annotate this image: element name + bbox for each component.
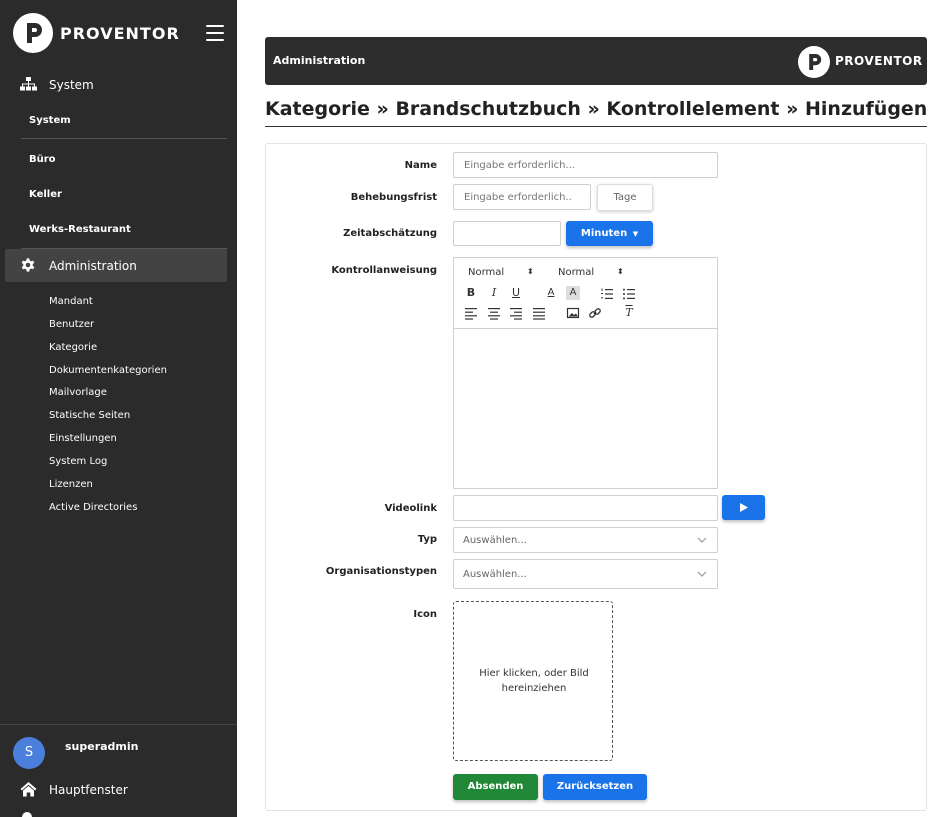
sidebar-nav-system[interactable]: System xyxy=(20,76,220,94)
sidebar-site-keller[interactable]: Keller xyxy=(29,189,62,200)
sidebar-site-buero[interactable]: Büro xyxy=(29,154,56,165)
play-icon xyxy=(740,503,748,512)
zeitabschaetzung-input[interactable] xyxy=(453,221,561,246)
minuten-dropdown-button[interactable]: Minuten ▼ xyxy=(566,221,653,246)
select-arrows-icon: ⬍ xyxy=(617,267,624,276)
behebungsfrist-input[interactable] xyxy=(453,184,591,210)
title-underline xyxy=(265,126,927,127)
page-title: Kategorie » Brandschutzbuch » Kontrollel… xyxy=(265,98,928,120)
sidebar-item-einstellungen[interactable]: Einstellungen xyxy=(49,433,117,444)
sidebar-item-benutzer[interactable]: Benutzer xyxy=(49,319,94,330)
editor-content-area[interactable] xyxy=(454,330,717,488)
header-brand-name: PROVENTOR xyxy=(835,54,923,68)
organisationstypen-select-placeholder: Auswählen... xyxy=(463,569,527,580)
dropzone-text: Hier klicken, oder Bild hereinziehen xyxy=(479,668,589,694)
typ-select-placeholder: Auswählen... xyxy=(463,535,527,546)
avatar[interactable]: S xyxy=(13,737,45,769)
icon-label: Icon xyxy=(413,609,437,620)
sidebar-item-system-log[interactable]: System Log xyxy=(49,456,107,467)
zeitabschaetzung-label: Zeitabschätzung xyxy=(343,228,437,239)
name-input[interactable] xyxy=(453,152,718,178)
image-icon[interactable] xyxy=(566,306,580,320)
tage-button[interactable]: Tage xyxy=(597,184,653,211)
header-bar: Administration PROVENTOR xyxy=(265,37,927,85)
sidebar-item-active-directories[interactable]: Active Directories xyxy=(49,502,137,513)
videolink-label: Videolink xyxy=(384,503,437,514)
sidebar-item-dokumentenkategorien[interactable]: Dokumentenkategorien xyxy=(49,365,167,376)
typ-label: Typ xyxy=(417,534,437,545)
typ-select[interactable]: Auswählen... xyxy=(453,527,718,553)
format-select-1[interactable]: Normal xyxy=(468,267,504,278)
brand-name: PROVENTOR xyxy=(60,24,180,43)
divider xyxy=(0,724,237,725)
chevron-down-icon xyxy=(697,537,707,543)
bullet-list-icon[interactable] xyxy=(622,287,636,301)
username[interactable]: superadmin xyxy=(65,740,139,753)
gear-icon xyxy=(21,258,35,272)
icon-dropzone[interactable]: Hier klicken, oder Bild hereinziehen xyxy=(453,601,613,761)
ordered-list-icon[interactable] xyxy=(600,287,614,301)
user-icon[interactable] xyxy=(22,812,32,817)
submit-button[interactable]: Absenden xyxy=(453,774,538,800)
sidebar-item-statische-seiten[interactable]: Statische Seiten xyxy=(49,410,130,421)
proventor-logo-icon xyxy=(13,13,53,53)
align-center-icon[interactable] xyxy=(487,306,501,320)
text-color-icon[interactable]: A xyxy=(544,286,558,300)
reset-button[interactable]: Zurücksetzen xyxy=(543,774,647,800)
sidebar-nav-system-label: System xyxy=(49,78,94,92)
sidebar: PROVENTOR System System Büro Keller Werk… xyxy=(0,0,237,817)
behebungsfrist-label: Behebungsfrist xyxy=(350,192,437,203)
hamburger-menu-icon[interactable] xyxy=(206,25,224,41)
divider xyxy=(21,138,227,139)
sidebar-nav-administration[interactable]: Administration xyxy=(5,249,227,282)
bold-icon[interactable]: B xyxy=(464,286,478,300)
underline-icon[interactable]: U xyxy=(509,286,523,300)
header-title: Administration xyxy=(273,54,366,67)
organisationstypen-select[interactable]: Auswählen... xyxy=(453,559,718,589)
kontrollanweisung-label: Kontrollanweisung xyxy=(331,265,437,276)
name-label: Name xyxy=(404,160,437,171)
sidebar-nav-administration-label: Administration xyxy=(49,259,137,273)
videolink-input[interactable] xyxy=(453,495,718,521)
brand-logo[interactable]: PROVENTOR xyxy=(13,13,225,53)
organisationstypen-label: Organisationstypen xyxy=(325,566,437,577)
caret-down-icon: ▼ xyxy=(632,230,639,238)
align-right-icon[interactable] xyxy=(509,306,523,320)
link-icon[interactable] xyxy=(588,306,602,320)
rich-text-editor: Normal ⬍ Normal ⬍ B I U A A T xyxy=(453,257,718,489)
minuten-label: Minuten xyxy=(580,228,628,239)
sidebar-item-mailvorlage[interactable]: Mailvorlage xyxy=(49,387,107,398)
sidebar-item-kategorie[interactable]: Kategorie xyxy=(49,342,97,353)
chevron-down-icon xyxy=(697,571,707,577)
select-arrows-icon: ⬍ xyxy=(527,267,534,276)
clear-format-icon[interactable]: T xyxy=(622,306,636,320)
align-left-icon[interactable] xyxy=(464,306,478,320)
sidebar-site-system[interactable]: System xyxy=(29,115,71,126)
sidebar-item-mandant[interactable]: Mandant xyxy=(49,296,93,307)
sidebar-nav-hauptfenster[interactable]: Hauptfenster xyxy=(20,781,220,799)
format-select-2[interactable]: Normal xyxy=(558,267,594,278)
background-color-icon[interactable]: A xyxy=(566,286,580,300)
italic-icon[interactable]: I xyxy=(487,286,501,300)
home-icon xyxy=(20,782,37,797)
align-justify-icon[interactable] xyxy=(532,306,546,320)
editor-toolbar: Normal ⬍ Normal ⬍ B I U A A T xyxy=(454,258,717,329)
sidebar-nav-hauptfenster-label: Hauptfenster xyxy=(49,783,128,797)
sidebar-site-werks-restaurant[interactable]: Werks-Restaurant xyxy=(29,224,131,235)
sitemap-icon xyxy=(20,77,37,91)
sidebar-item-lizenzen[interactable]: Lizenzen xyxy=(49,479,93,490)
proventor-logo-icon xyxy=(798,46,830,78)
play-video-button[interactable] xyxy=(722,495,765,520)
